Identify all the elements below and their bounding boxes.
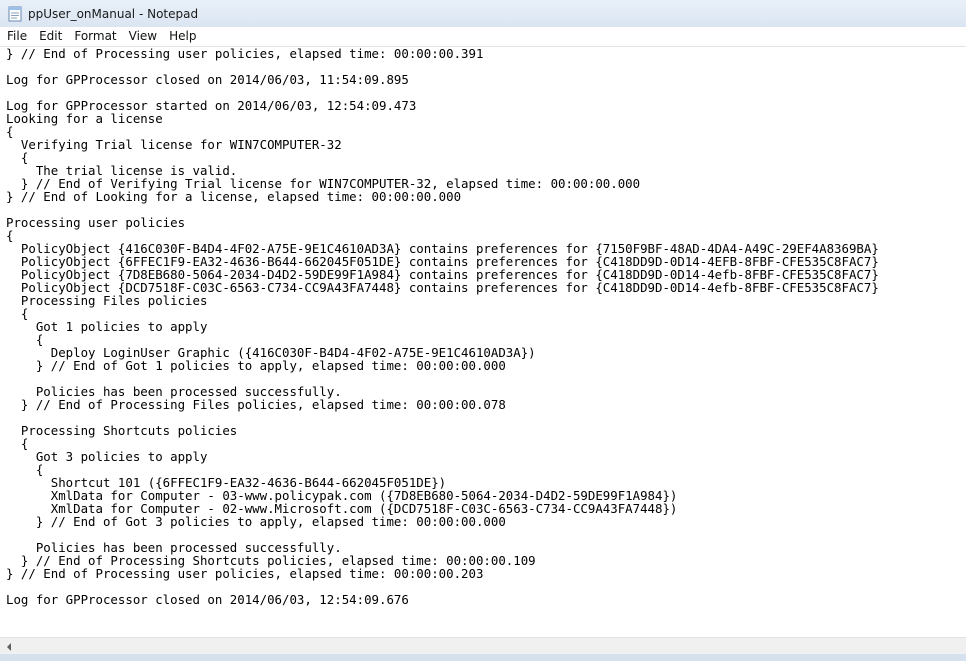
log-line: Log for GPProcessor closed on 2014/06/03… bbox=[6, 72, 409, 87]
menu-edit[interactable]: Edit bbox=[33, 27, 68, 46]
log-line: Log for GPProcessor closed on 2014/06/03… bbox=[6, 592, 409, 607]
log-line: } // End of Looking for a license, elaps… bbox=[6, 189, 462, 204]
menu-view[interactable]: View bbox=[123, 27, 163, 46]
log-line: Processing user policies bbox=[6, 215, 186, 230]
log-line: Processing Files policies bbox=[6, 293, 208, 308]
log-line: } // End of Processing user policies, el… bbox=[6, 566, 484, 581]
title-bar[interactable]: ppUser_onManual - Notepad bbox=[0, 0, 966, 27]
window-bottom-border bbox=[0, 654, 966, 661]
horizontal-scrollbar[interactable] bbox=[0, 637, 966, 655]
log-line: Verifying Trial license for WIN7COMPUTER… bbox=[6, 137, 342, 152]
notepad-icon bbox=[8, 6, 22, 22]
log-text-content[interactable]: } // End of Processing user policies, el… bbox=[0, 47, 966, 606]
log-line: } // End of Processing user policies, el… bbox=[6, 47, 484, 61]
notepad-window: ppUser_onManual - Notepad File Edit Form… bbox=[0, 0, 966, 661]
menu-file[interactable]: File bbox=[0, 27, 33, 46]
log-line: Processing Shortcuts policies bbox=[6, 423, 238, 438]
text-editor-area[interactable]: } // End of Processing user policies, el… bbox=[0, 47, 966, 637]
menu-format[interactable]: Format bbox=[68, 27, 122, 46]
menu-bar: File Edit Format View Help bbox=[0, 27, 966, 47]
log-line: } // End of Got 3 policies to apply, ela… bbox=[6, 514, 506, 529]
window-title: ppUser_onManual - Notepad bbox=[28, 6, 199, 21]
log-line: } // End of Processing Files policies, e… bbox=[6, 397, 506, 412]
menu-help[interactable]: Help bbox=[163, 27, 202, 46]
scroll-left-arrow-icon[interactable] bbox=[0, 638, 17, 655]
log-line: Looking for a license bbox=[6, 111, 163, 126]
log-line: } // End of Got 1 policies to apply, ela… bbox=[6, 358, 506, 373]
